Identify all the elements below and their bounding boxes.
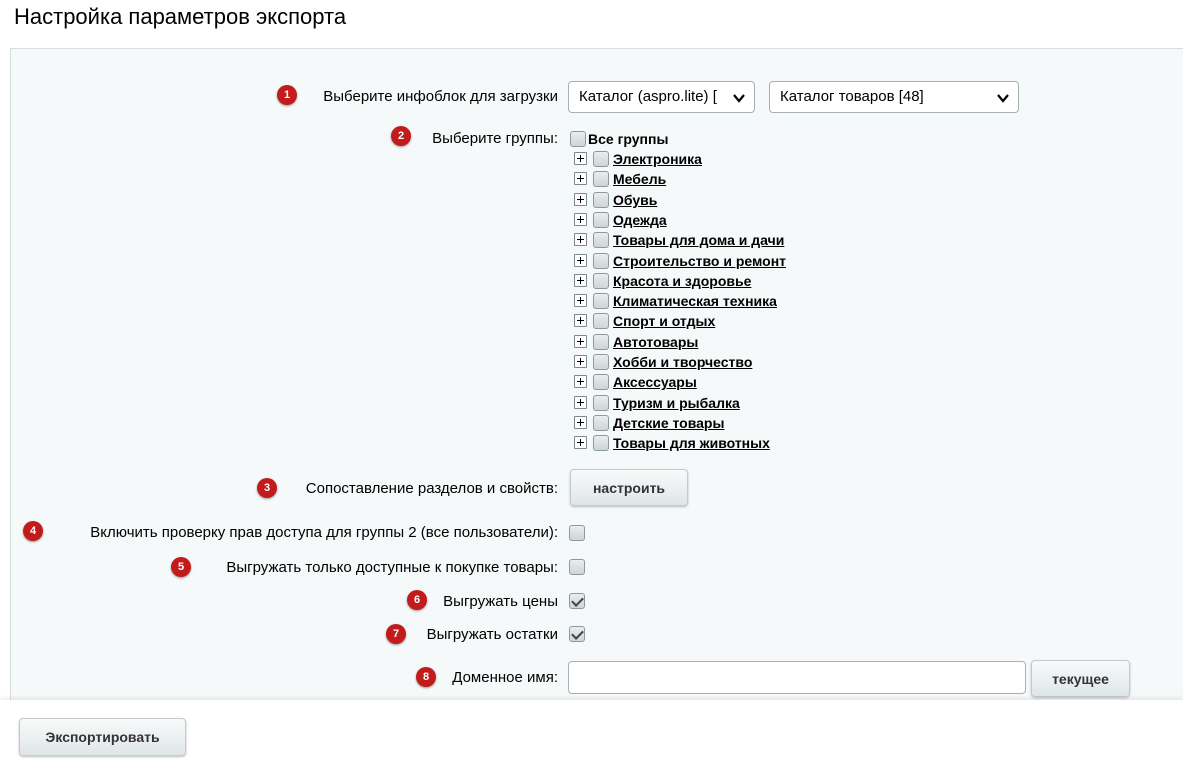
expand-icon[interactable] — [574, 396, 587, 409]
expand-icon[interactable] — [574, 436, 587, 449]
group-link[interactable]: Товары для дома и дачи — [613, 232, 784, 248]
iblock-value: Каталог товаров [48] — [780, 88, 924, 105]
step-badge-7: 7 — [386, 624, 406, 644]
step-badge-5: 5 — [171, 557, 191, 577]
group-link[interactable]: Электроника — [613, 151, 702, 167]
access-check-label: Включить проверку прав доступа для групп… — [90, 524, 558, 541]
export-stocks-label: Выгружать остатки — [426, 626, 558, 643]
expand-icon[interactable] — [574, 274, 587, 287]
expand-icon[interactable] — [574, 233, 587, 246]
expand-icon[interactable] — [574, 355, 587, 368]
domain-label: Доменное имя: — [452, 669, 558, 686]
group-checkbox[interactable] — [593, 435, 609, 451]
group-checkbox[interactable] — [593, 212, 609, 228]
group-checkbox[interactable] — [593, 334, 609, 350]
step-badge-1: 1 — [277, 85, 297, 105]
iblock-type-select[interactable]: Каталог (aspro.lite) [ — [568, 81, 755, 113]
group-link[interactable]: Красота и здоровье — [613, 273, 751, 289]
group-checkbox[interactable] — [593, 293, 609, 309]
configure-button[interactable]: настроить — [570, 469, 688, 506]
group-link[interactable]: Одежда — [613, 212, 667, 228]
step-badge-4: 4 — [23, 521, 43, 541]
export-button[interactable]: Экспортировать — [19, 718, 186, 756]
export-stocks-checkbox[interactable] — [569, 626, 585, 642]
iblock-type-value: Каталог (aspro.lite) [ — [579, 88, 717, 105]
group-link[interactable]: Строительство и ремонт — [613, 253, 786, 269]
group-checkbox[interactable] — [593, 232, 609, 248]
mapping-label: Сопоставление разделов и свойств: — [305, 480, 558, 497]
group-link[interactable]: Товары для животных — [613, 435, 770, 451]
access-check-checkbox[interactable] — [569, 525, 585, 541]
expand-icon[interactable] — [574, 213, 587, 226]
settings-panel: 1 Выберите инфоблок для загрузки Каталог… — [10, 48, 1183, 700]
expand-icon[interactable] — [574, 193, 587, 206]
group-checkbox[interactable] — [593, 151, 609, 167]
group-checkbox[interactable] — [593, 313, 609, 329]
step-badge-8: 8 — [416, 667, 436, 687]
group-checkbox[interactable] — [593, 374, 609, 390]
export-prices-label: Выгружать цены — [443, 593, 558, 610]
group-checkbox[interactable] — [593, 253, 609, 269]
iblock-label: Выберите инфоблок для загрузки — [323, 88, 558, 105]
expand-icon[interactable] — [574, 254, 587, 267]
current-domain-button[interactable]: текущее — [1031, 660, 1130, 697]
expand-icon[interactable] — [574, 314, 587, 327]
group-link[interactable]: Климатическая техника — [613, 293, 777, 309]
group-checkbox[interactable] — [593, 415, 609, 431]
iblock-select[interactable]: Каталог товаров [48] — [769, 81, 1019, 113]
export-prices-checkbox[interactable] — [569, 593, 585, 609]
group-checkbox[interactable] — [593, 171, 609, 187]
expand-icon[interactable] — [574, 152, 587, 165]
all-groups-label: Все группы — [588, 131, 669, 147]
group-link[interactable]: Спорт и отдых — [613, 313, 715, 329]
step-badge-6: 6 — [407, 590, 427, 610]
available-only-label: Выгружать только доступные к покупке тов… — [226, 559, 558, 576]
group-link[interactable]: Автотовары — [613, 334, 698, 350]
group-link[interactable]: Аксессуары — [613, 374, 697, 390]
group-link[interactable]: Туризм и рыбалка — [613, 395, 740, 411]
group-checkbox[interactable] — [593, 192, 609, 208]
expand-icon[interactable] — [574, 335, 587, 348]
chevron-down-icon — [997, 94, 1009, 103]
expand-icon[interactable] — [574, 294, 587, 307]
group-link[interactable]: Детские товары — [613, 415, 724, 431]
group-link[interactable]: Мебель — [613, 171, 666, 187]
group-checkbox[interactable] — [593, 273, 609, 289]
expand-icon[interactable] — [574, 416, 587, 429]
expand-icon[interactable] — [574, 375, 587, 388]
group-link[interactable]: Хобби и творчество — [613, 354, 752, 370]
groups-label: Выберите группы: — [432, 130, 558, 147]
all-groups-checkbox[interactable] — [570, 131, 586, 147]
footer-bar: Экспортировать — [0, 700, 1183, 773]
step-badge-3: 3 — [257, 478, 277, 498]
expand-icon[interactable] — [574, 172, 587, 185]
group-checkbox[interactable] — [593, 354, 609, 370]
group-link[interactable]: Обувь — [613, 192, 657, 208]
available-only-checkbox[interactable] — [569, 559, 585, 575]
step-badge-2: 2 — [391, 126, 411, 146]
domain-input[interactable] — [568, 661, 1026, 694]
chevron-down-icon — [733, 94, 745, 103]
page-title: Настройка параметров экспорта — [14, 4, 347, 29]
group-checkbox[interactable] — [593, 395, 609, 411]
